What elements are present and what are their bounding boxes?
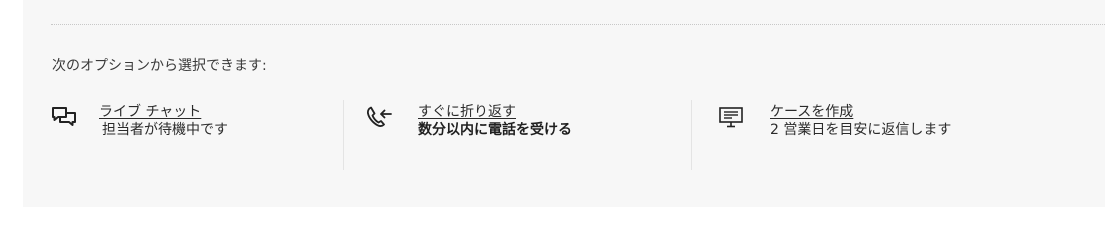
dotted-divider bbox=[51, 24, 1105, 25]
contact-options-panel: 次のオプションから選択できます: ライブ チャット 担当者が待機中です すぐに折… bbox=[23, 0, 1105, 207]
option-callback[interactable]: すぐに折り返す 数分以内に電話を受ける bbox=[365, 103, 691, 171]
monitor-case-icon bbox=[718, 105, 744, 129]
live-chat-description: 担当者が待機中です bbox=[102, 122, 228, 138]
option-create-case[interactable]: ケースを作成 2 営業日を目安に返信します bbox=[718, 103, 1098, 171]
callback-link[interactable]: すぐに折り返す bbox=[418, 103, 572, 121]
create-case-link[interactable]: ケースを作成 bbox=[770, 103, 951, 121]
options-intro-text: 次のオプションから選択できます: bbox=[52, 58, 267, 74]
column-separator bbox=[343, 100, 344, 170]
option-live-chat[interactable]: ライブ チャット 担当者が待機中です bbox=[51, 103, 343, 171]
phone-callback-icon bbox=[365, 105, 392, 129]
chat-bubbles-icon bbox=[51, 105, 77, 129]
column-separator bbox=[691, 100, 692, 170]
create-case-description: 2 営業日を目安に返信します bbox=[770, 122, 952, 138]
live-chat-link[interactable]: ライブ チャット bbox=[99, 103, 228, 121]
callback-description: 数分以内に電話を受ける bbox=[418, 122, 572, 138]
